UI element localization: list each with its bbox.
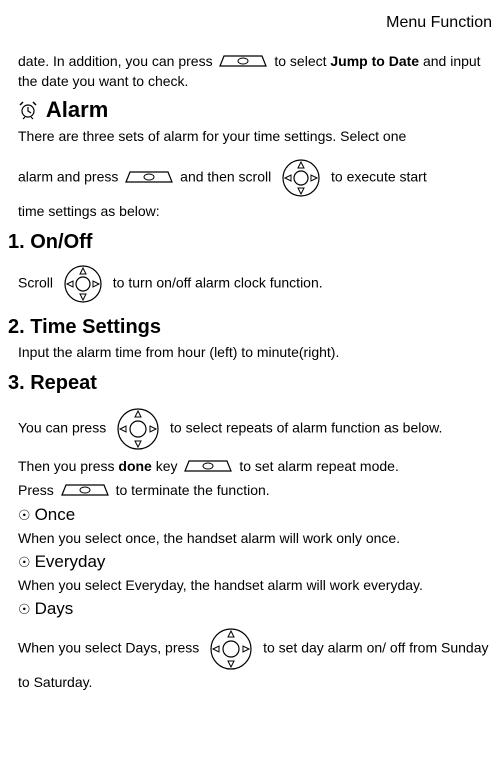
repeat-line3b: to terminate the function.	[116, 482, 270, 498]
nav-wheel-icon	[112, 405, 164, 453]
once-body: When you select once, the handset alarm …	[18, 529, 492, 548]
nav-wheel-icon	[59, 262, 107, 306]
repeat-line2b: key	[156, 458, 182, 474]
alarm-line3: time settings as below:	[18, 202, 492, 221]
timesettings-title: 2. Time Settings	[8, 316, 492, 339]
alarm-line2: alarm and press and then scroll to execu…	[18, 156, 492, 200]
days-body: When you select Days, press to set day a…	[18, 625, 492, 692]
onoff-scroll-b: to turn on/off alarm clock function.	[113, 275, 323, 291]
intro-text-2: to select	[274, 53, 330, 69]
alarm-line2c: to execute start	[331, 169, 427, 185]
onoff-body: Scroll to turn on/off alarm clock functi…	[18, 262, 492, 306]
days-body-a: When you select Days, press	[18, 640, 203, 656]
days-title-row: ☉ Days	[18, 599, 492, 619]
soft-key-icon	[218, 52, 268, 72]
soft-key-icon	[60, 481, 110, 501]
alarm-line2a: alarm and press	[18, 169, 122, 185]
repeat-line2: Then you press done key to set alarm rep…	[18, 457, 492, 477]
soft-key-icon	[183, 457, 233, 477]
everyday-body: When you select Everyday, the handset al…	[18, 576, 492, 595]
days-title: Days	[35, 599, 74, 619]
soft-key-icon	[124, 168, 174, 188]
alarm-clock-icon	[18, 100, 38, 120]
once-title-row: ☉ Once	[18, 505, 492, 525]
page-header: Menu Function	[8, 14, 492, 32]
repeat-line2a: Then you press	[18, 458, 118, 474]
bullet-icon: ☉	[18, 601, 31, 618]
repeat-line1a: You can press	[18, 420, 110, 436]
intro-bold: Jump to Date	[330, 53, 419, 69]
repeat-done: done	[118, 458, 151, 474]
nav-wheel-icon	[277, 156, 325, 200]
onoff-title: 1. On/Off	[8, 231, 492, 254]
alarm-title: Alarm	[46, 97, 108, 123]
repeat-line1: You can press to select repeats of alarm…	[18, 405, 492, 453]
repeat-line2c: to set alarm repeat mode.	[239, 458, 399, 474]
everyday-title-row: ☉ Everyday	[18, 552, 492, 572]
once-title: Once	[35, 505, 76, 525]
intro-text-1: date. In addition, you can press	[18, 53, 216, 69]
repeat-title: 3. Repeat	[8, 372, 492, 395]
alarm-line1: There are three sets of alarm for your t…	[18, 127, 492, 146]
intro-paragraph: date. In addition, you can press to sele…	[18, 52, 492, 91]
everyday-title: Everyday	[35, 552, 106, 572]
onoff-scroll-a: Scroll	[18, 275, 57, 291]
repeat-line1b: to select repeats of alarm function as b…	[170, 420, 442, 436]
nav-wheel-icon	[205, 625, 257, 673]
alarm-line2b: and then scroll	[180, 169, 275, 185]
timesettings-body: Input the alarm time from hour (left) to…	[18, 343, 492, 362]
repeat-line3: Press to terminate the function.	[18, 481, 492, 501]
bullet-icon: ☉	[18, 554, 31, 571]
bullet-icon: ☉	[18, 507, 31, 524]
repeat-line3a: Press	[18, 482, 58, 498]
